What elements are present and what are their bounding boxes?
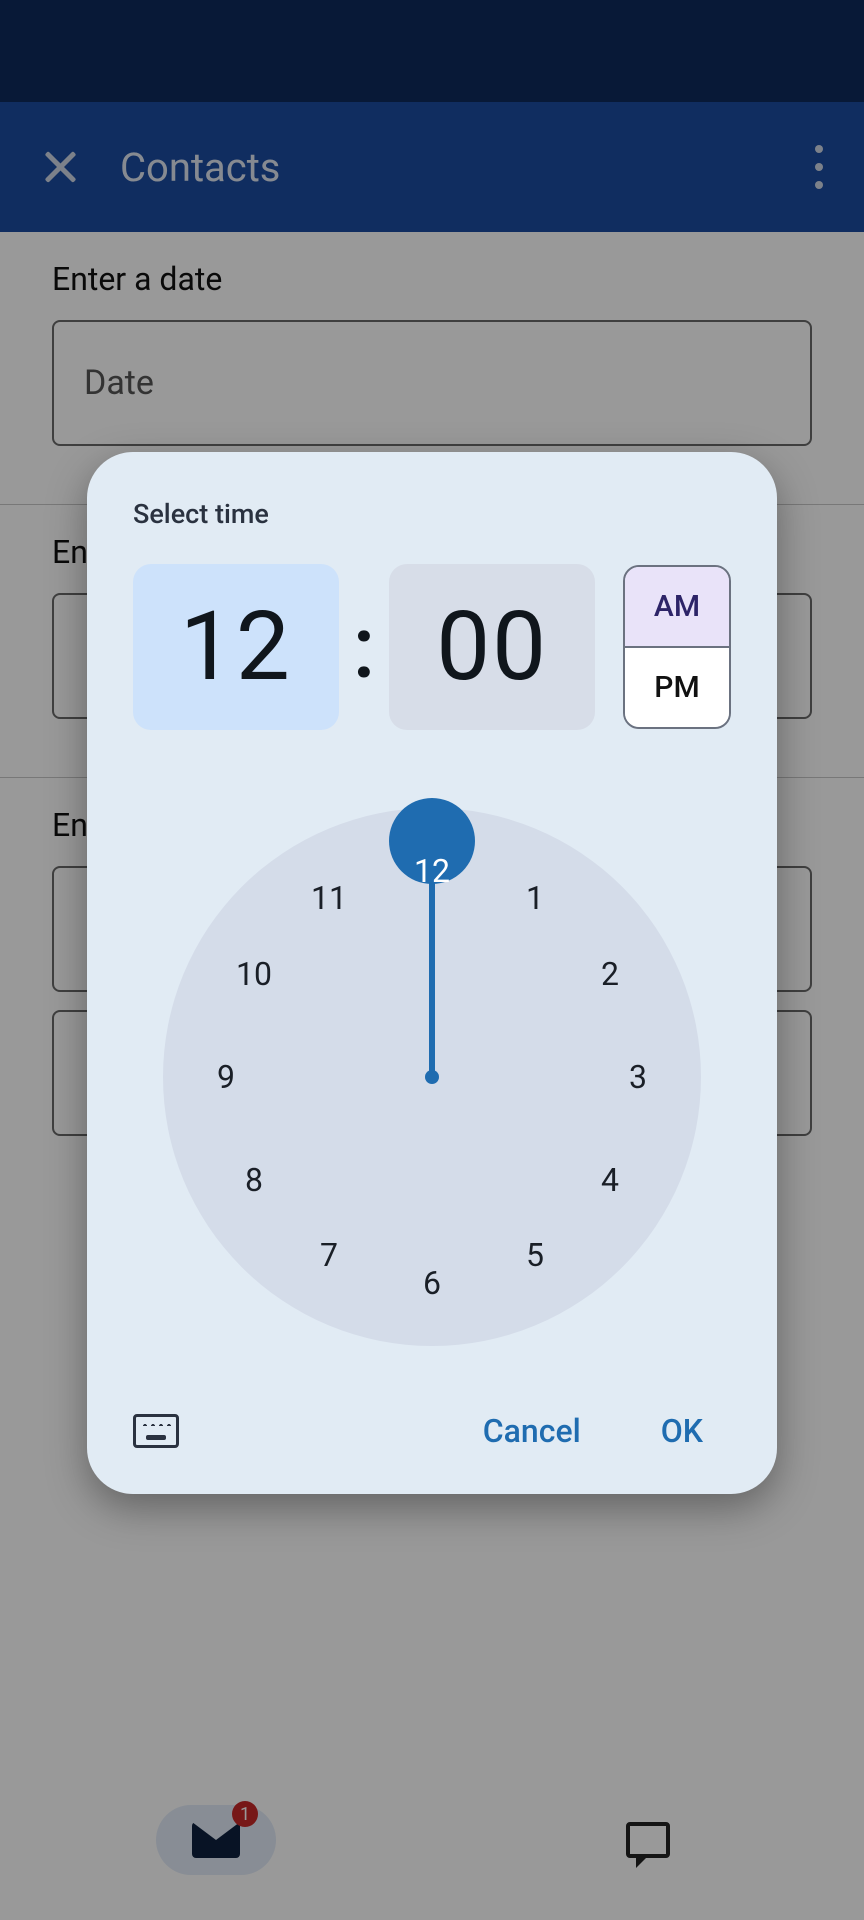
- time-colon: :: [349, 597, 380, 698]
- hour-8[interactable]: 8: [224, 1150, 284, 1210]
- hour-9[interactable]: 9: [196, 1047, 256, 1107]
- minute-box[interactable]: 00: [389, 564, 595, 730]
- time-display-row: 12 : 00 AM PM: [133, 564, 731, 730]
- hour-6[interactable]: 6: [402, 1253, 462, 1313]
- clock-center-dot: [425, 1070, 439, 1084]
- time-picker-dialog: Select time 12 : 00 AM PM 12 1 2 3 4 5 6: [87, 452, 777, 1494]
- hour-12[interactable]: 12: [402, 841, 462, 901]
- hour-3[interactable]: 3: [608, 1047, 668, 1107]
- hour-1[interactable]: 1: [505, 868, 565, 928]
- ampm-toggle: AM PM: [623, 565, 731, 729]
- dialog-actions: Cancel OK: [133, 1402, 731, 1460]
- hour-10[interactable]: 10: [224, 944, 284, 1004]
- hour-2[interactable]: 2: [580, 944, 640, 1004]
- hour-box[interactable]: 12: [133, 564, 339, 730]
- hour-7[interactable]: 7: [299, 1225, 359, 1285]
- pm-option[interactable]: PM: [625, 648, 729, 727]
- hour-4[interactable]: 4: [580, 1150, 640, 1210]
- ok-button[interactable]: OK: [633, 1402, 731, 1460]
- cancel-button[interactable]: Cancel: [455, 1402, 609, 1460]
- dialog-title: Select time: [133, 498, 731, 530]
- hour-5[interactable]: 5: [505, 1225, 565, 1285]
- keyboard-icon[interactable]: [133, 1414, 179, 1448]
- clock-face[interactable]: 12 1 2 3 4 5 6 7 8 9 10 11: [163, 808, 701, 1346]
- modal-scrim[interactable]: Select time 12 : 00 AM PM 12 1 2 3 4 5 6: [0, 0, 864, 1920]
- am-option[interactable]: AM: [625, 567, 729, 648]
- hour-11[interactable]: 11: [299, 868, 359, 928]
